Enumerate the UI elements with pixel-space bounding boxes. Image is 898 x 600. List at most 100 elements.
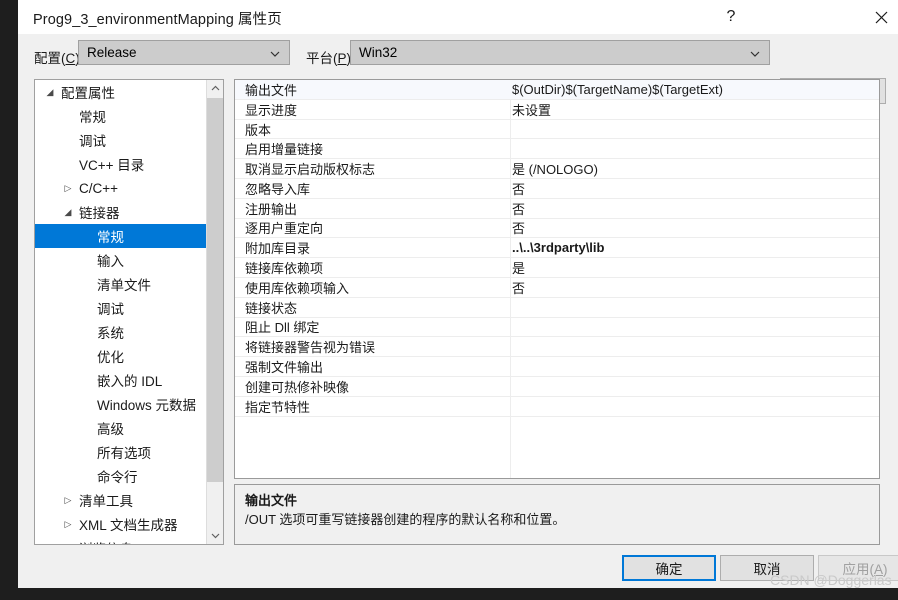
property-value[interactable]: 否 <box>512 278 877 297</box>
sidebar-item-label: 浏览信息 <box>79 538 133 544</box>
tree-scrollbar[interactable] <box>206 80 223 544</box>
table-row[interactable]: 强制文件输出 <box>235 357 879 377</box>
table-row[interactable]: 启用增量链接 <box>235 139 879 160</box>
table-row[interactable]: 附加库目录 ..\..\3rdparty\lib <box>235 238 879 259</box>
sidebar-item-1[interactable]: 常规 <box>35 104 207 128</box>
chevron-down-icon <box>749 47 761 59</box>
table-row[interactable]: 忽略导入库 否 <box>235 179 879 199</box>
table-row[interactable]: 链接状态 <box>235 298 879 318</box>
property-value[interactable]: 否 <box>512 219 877 238</box>
chevron-down-icon[interactable] <box>207 527 223 544</box>
sidebar-item-10[interactable]: 系统 <box>35 320 207 344</box>
property-value[interactable] <box>512 298 877 317</box>
triangle-right-icon[interactable]: ▷ <box>61 536 75 544</box>
sidebar-item-label: 配置属性 <box>61 86 115 101</box>
scrollbar-thumb[interactable] <box>207 98 223 482</box>
sidebar-item-13[interactable]: Windows 元数据 <box>35 392 207 416</box>
triangle-down-icon[interactable]: ◢ <box>43 80 57 104</box>
table-row[interactable]: 阻止 Dll 绑定 <box>235 318 879 338</box>
sidebar-item-18[interactable]: ▷ XML 文档生成器 <box>35 512 207 536</box>
table-row[interactable]: 注册输出 否 <box>235 199 879 219</box>
sidebar-item-label: 命令行 <box>97 470 138 485</box>
triangle-right-icon[interactable]: ▷ <box>61 488 75 512</box>
property-name: 附加库目录 <box>245 241 311 257</box>
ok-button[interactable]: 确定 <box>622 555 716 581</box>
sidebar-item-0[interactable]: ◢ 配置属性 <box>35 80 207 104</box>
property-name: 链接库依赖项 <box>245 261 324 277</box>
property-value[interactable]: ..\..\3rdparty\lib <box>512 238 877 257</box>
sidebar-item-7[interactable]: 输入 <box>35 248 207 272</box>
sidebar-item-label: 嵌入的 IDL <box>97 374 163 389</box>
property-name: 使用库依赖项输入 <box>245 280 350 296</box>
property-grid: 输出文件 $(OutDir)$(TargetName)$(TargetExt) 显示… <box>234 79 880 479</box>
property-value[interactable]: $(OutDir)$(TargetName)$(TargetExt) <box>512 80 877 99</box>
triangle-right-icon[interactable]: ▷ <box>61 176 75 200</box>
description-body: /OUT 选项可重写链接器创建的程序的默认名称和位置。 <box>245 512 566 527</box>
table-row[interactable]: 将链接器警告视为错误 <box>235 337 879 358</box>
sidebar-item-4[interactable]: ▷ C/C++ <box>35 176 207 200</box>
apply-button[interactable]: 应用(A) <box>818 555 898 581</box>
property-pages-dialog: Prog9_3_environmentMapping 属性页 ? 配置(C): … <box>18 0 898 588</box>
chevron-up-icon[interactable] <box>207 80 223 97</box>
sidebar-item-14[interactable]: 高级 <box>35 416 207 440</box>
configuration-bar: 配置(C): Release 平台(P): Win32 配置管理器(O)... <box>18 34 898 104</box>
sidebar-item-16[interactable]: 命令行 <box>35 464 207 488</box>
sidebar-item-label: 清单工具 <box>79 494 133 509</box>
sidebar-item-label: Windows 元数据 <box>97 398 197 413</box>
property-value[interactable]: 是 <box>512 258 877 277</box>
page-title: Prog9_3_environmentMapping 属性页 <box>33 12 282 28</box>
property-name: 指定节特性 <box>245 399 311 415</box>
cancel-button[interactable]: 取消 <box>720 555 814 581</box>
property-tree-panel: ◢ 配置属性 常规 调试 VC++ 目录 ▷ C/C++ ◢ 链接器 常规 输入 清单文件 调试 系统 优化… <box>34 79 224 545</box>
table-row[interactable]: 显示进度 未设置 <box>235 100 879 120</box>
sidebar-item-label: 常规 <box>97 230 124 245</box>
sidebar-item-label: VC++ 目录 <box>79 158 145 173</box>
property-value[interactable] <box>512 318 877 337</box>
property-value[interactable] <box>512 377 877 396</box>
sidebar-item-12[interactable]: 嵌入的 IDL <box>35 368 207 392</box>
table-row[interactable]: 取消显示启动版权标志 是 (/NOLOGO) <box>235 159 879 179</box>
help-icon[interactable]: ? <box>708 0 754 34</box>
table-row[interactable]: 使用库依赖项输入 否 <box>235 278 879 298</box>
sidebar-item-15[interactable]: 所有选项 <box>35 440 207 464</box>
table-row[interactable]: 指定节特性 <box>235 397 879 417</box>
property-value[interactable]: 否 <box>512 179 877 198</box>
property-value[interactable] <box>512 357 877 376</box>
platform-label: 平台(P): <box>306 51 355 66</box>
sidebar-item-9[interactable]: 调试 <box>35 296 207 320</box>
property-value[interactable] <box>512 397 877 416</box>
property-value[interactable] <box>512 139 877 158</box>
table-row[interactable]: 链接库依赖项 是 <box>235 258 879 278</box>
table-row[interactable]: 创建可热修补映像 <box>235 377 879 397</box>
platform-value: Win32 <box>359 45 398 60</box>
property-name: 将链接器警告视为错误 <box>245 340 376 356</box>
triangle-right-icon[interactable]: ▷ <box>61 512 75 536</box>
sidebar-item-label: 所有选项 <box>97 446 151 461</box>
property-name: 注册输出 <box>245 201 298 217</box>
description-title: 输出文件 <box>245 493 298 508</box>
description-panel: 输出文件 /OUT 选项可重写链接器创建的程序的默认名称和位置。 <box>234 484 880 545</box>
sidebar-item-8[interactable]: 清单文件 <box>35 272 207 296</box>
sidebar-item-2[interactable]: 调试 <box>35 128 207 152</box>
sidebar-item-3[interactable]: VC++ 目录 <box>35 152 207 176</box>
platform-dropdown[interactable]: Win32 <box>350 40 770 65</box>
property-tree: ◢ 配置属性 常规 调试 VC++ 目录 ▷ C/C++ ◢ 链接器 常规 输入 清单文件 调试 系统 优化… <box>35 80 207 544</box>
sidebar-item-11[interactable]: 优化 <box>35 344 207 368</box>
property-value[interactable]: 未设置 <box>512 100 877 119</box>
sidebar-item-6[interactable]: 常规 <box>35 224 207 248</box>
property-value[interactable]: 是 (/NOLOGO) <box>512 159 877 178</box>
property-value[interactable]: 否 <box>512 199 877 218</box>
close-icon[interactable] <box>858 0 898 34</box>
sidebar-item-5[interactable]: ◢ 链接器 <box>35 200 207 224</box>
property-value[interactable] <box>512 120 877 139</box>
sidebar-item-label: 优化 <box>97 350 124 365</box>
sidebar-item-19[interactable]: ▷ 浏览信息 <box>35 536 207 544</box>
table-row[interactable]: 版本 <box>235 120 879 140</box>
property-value[interactable] <box>512 337 877 356</box>
triangle-down-icon[interactable]: ◢ <box>61 200 75 224</box>
sidebar-item-label: C/C++ <box>79 180 119 196</box>
sidebar-item-17[interactable]: ▷ 清单工具 <box>35 488 207 512</box>
table-row[interactable]: 逐用户重定向 否 <box>235 219 879 239</box>
configuration-dropdown[interactable]: Release <box>78 40 290 65</box>
table-row[interactable]: 输出文件 $(OutDir)$(TargetName)$(TargetExt) <box>235 80 879 100</box>
